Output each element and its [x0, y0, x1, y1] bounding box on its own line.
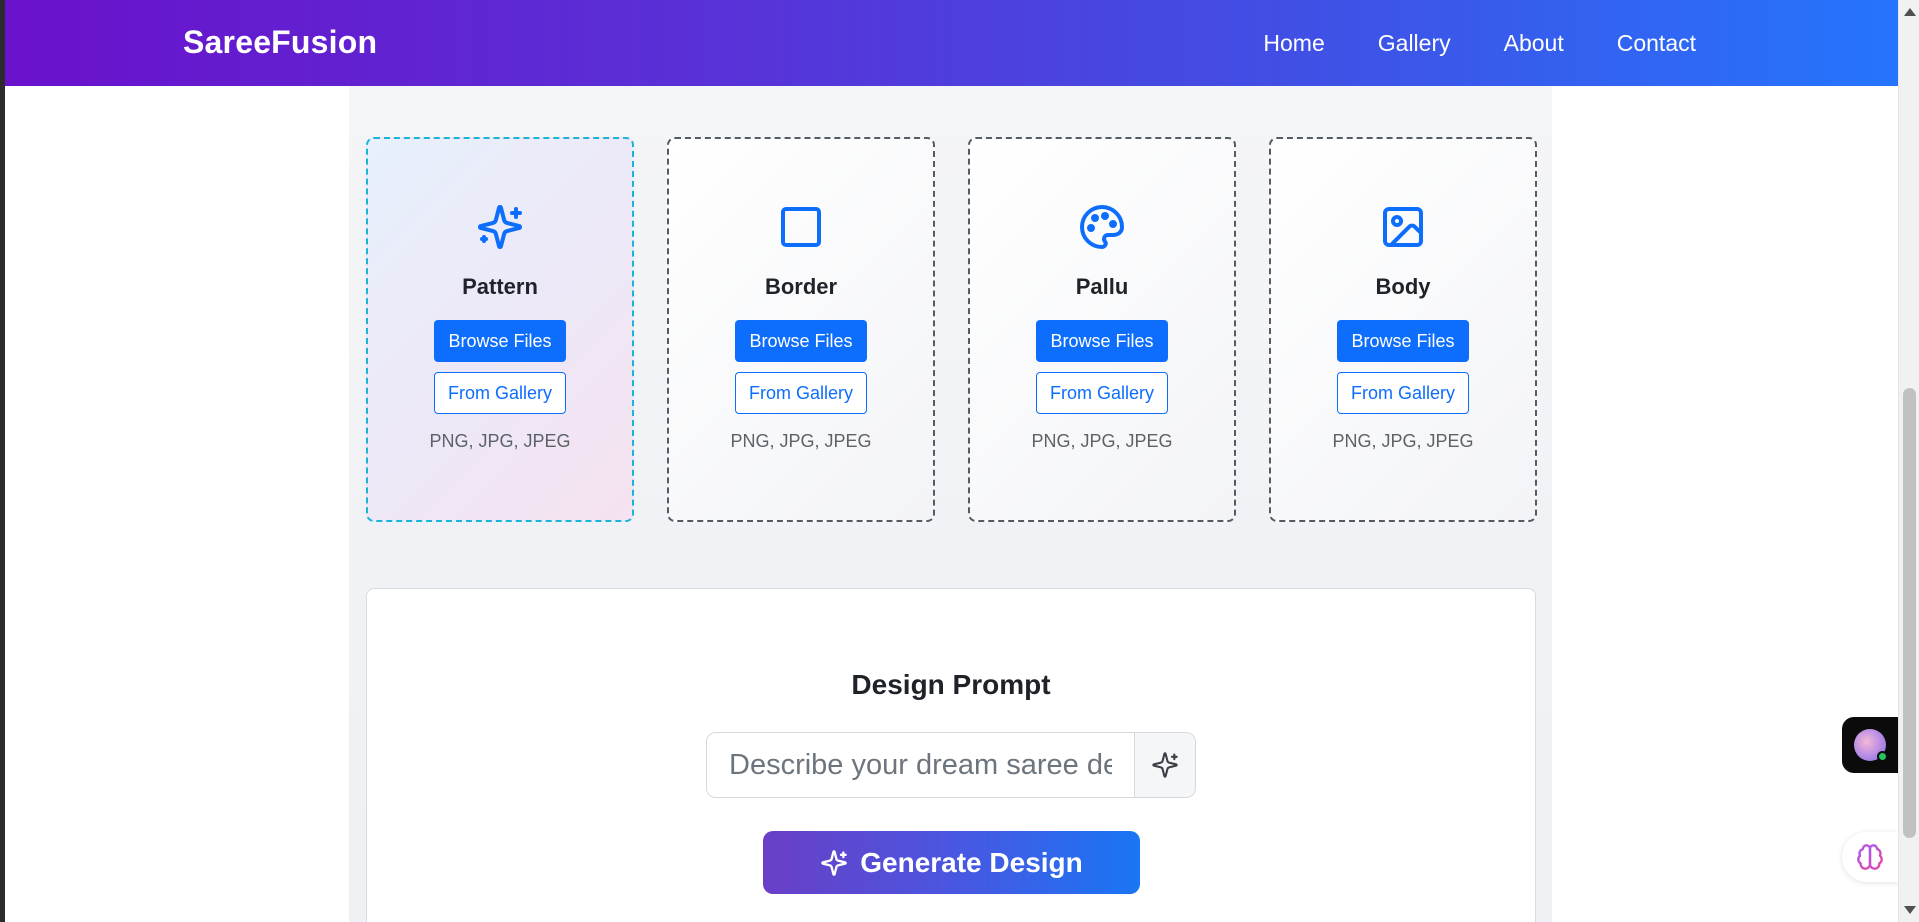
file-formats-text: PNG, JPG, JPEG: [1031, 431, 1173, 451]
scroll-thumb[interactable]: [1903, 388, 1916, 838]
browse-files-button[interactable]: Browse Files: [1337, 320, 1469, 362]
magic-wand-button[interactable]: [1134, 733, 1195, 797]
upload-card-border[interactable]: Border Browse Files From Gallery PNG, JP…: [667, 137, 935, 522]
file-formats-text: PNG, JPG, JPEG: [730, 431, 872, 451]
file-formats-text: PNG, JPG, JPEG: [429, 431, 571, 451]
upload-card-pattern[interactable]: Pattern Browse Files From Gallery PNG, J…: [366, 137, 634, 522]
sparkles-icon: [821, 849, 848, 876]
from-gallery-button[interactable]: From Gallery: [1036, 372, 1168, 414]
card-title: Pattern: [462, 274, 538, 299]
online-status-dot: [1877, 751, 1888, 762]
upload-card-body[interactable]: Body Browse Files From Gallery PNG, JPG,…: [1269, 137, 1537, 522]
from-gallery-button[interactable]: From Gallery: [735, 372, 867, 414]
generate-design-label: Generate Design: [860, 846, 1083, 878]
upload-card-pallu[interactable]: Pallu Browse Files From Gallery PNG, JPG…: [968, 137, 1236, 522]
brand-logo[interactable]: SareeFusion: [183, 24, 377, 61]
image-icon: [1383, 207, 1423, 247]
nav-link-gallery[interactable]: Gallery: [1378, 30, 1451, 57]
browse-files-button[interactable]: Browse Files: [735, 320, 867, 362]
palette-icon: [1080, 205, 1124, 249]
design-prompt-panel: Design Prompt Generate Design: [366, 588, 1536, 922]
avatar: [1854, 729, 1888, 762]
square-icon: [781, 207, 821, 247]
scrollbar[interactable]: [1898, 0, 1919, 922]
nav-link-about[interactable]: About: [1504, 30, 1564, 57]
card-title: Border: [764, 274, 838, 299]
from-gallery-button[interactable]: From Gallery: [1337, 372, 1469, 414]
from-gallery-button[interactable]: From Gallery: [434, 372, 566, 414]
nav-link-home[interactable]: Home: [1263, 30, 1324, 57]
sparkles-icon: [478, 205, 522, 249]
scroll-down-icon[interactable]: [1904, 906, 1916, 914]
card-title: Pallu: [1075, 274, 1129, 299]
sparkles-icon: [1152, 752, 1178, 778]
generate-design-button[interactable]: Generate Design: [763, 831, 1140, 894]
browse-files-button[interactable]: Browse Files: [1036, 320, 1168, 362]
browse-files-button[interactable]: Browse Files: [434, 320, 566, 362]
scroll-up-icon[interactable]: [1904, 8, 1916, 16]
window-frame: [0, 0, 5, 922]
design-prompt-title: Design Prompt: [851, 669, 1051, 700]
brain-icon: [1857, 844, 1883, 870]
prompt-input-group: [706, 732, 1196, 798]
navbar: SareeFusion Home Gallery About Contact: [5, 0, 1898, 86]
card-title: Body: [1375, 274, 1431, 299]
prompt-input[interactable]: [707, 733, 1134, 797]
chat-widget-button[interactable]: [1842, 717, 1898, 773]
ai-assistant-button[interactable]: [1842, 832, 1898, 882]
file-formats-text: PNG, JPG, JPEG: [1332, 431, 1474, 451]
nav-link-contact[interactable]: Contact: [1617, 30, 1696, 57]
nav-links: Home Gallery About Contact: [1263, 30, 1696, 57]
